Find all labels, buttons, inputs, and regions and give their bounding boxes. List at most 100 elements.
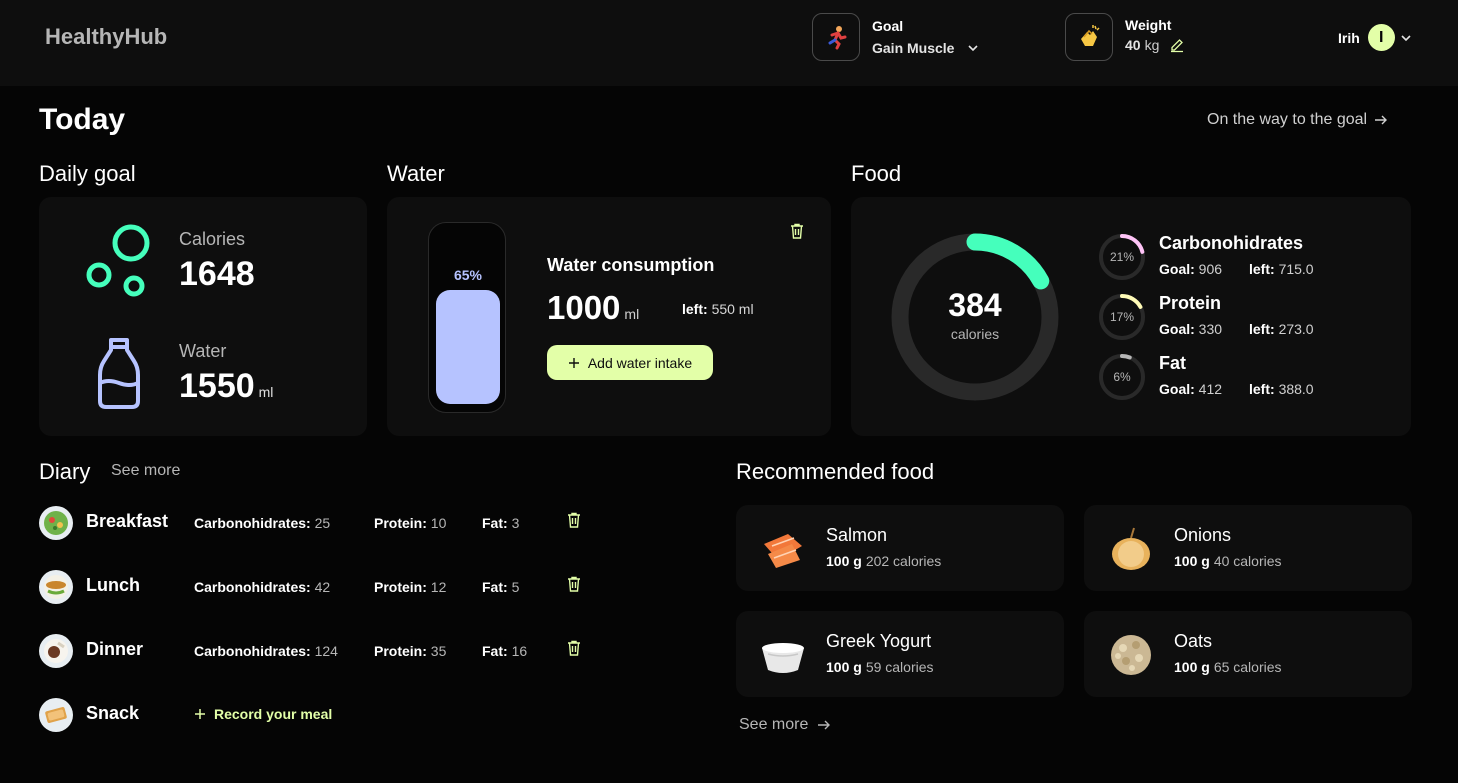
fat-label: Fat: — [482, 515, 508, 531]
weight-value: 40 — [1125, 37, 1141, 53]
meal-name: Dinner — [86, 639, 144, 659]
protein-name: Protein — [1159, 293, 1222, 313]
protein-value: 35 — [430, 643, 447, 659]
running-man-icon — [812, 13, 860, 61]
user-menu[interactable]: Irih I — [1338, 24, 1413, 51]
recommended-item-greek-yogurt[interactable]: Greek Yogurt 100 g 59 calories — [736, 611, 1064, 697]
food-qty: 100 g — [826, 659, 862, 675]
carbs-label: Carbonohidrates: — [194, 579, 311, 595]
daily-goal-card: Calories 1648 Water 1550 ml — [39, 197, 367, 436]
meal-fat: Fat: 3 — [482, 515, 519, 531]
fat-left-value: 388.0 — [1278, 381, 1314, 397]
macro-carbs: 21% Carbonohidrates Goal: 906 left: 715.… — [1098, 233, 1398, 283]
carbs-value: 25 — [314, 515, 331, 531]
fat-left-label: left: — [1249, 381, 1275, 397]
diary-row-snack: Snack Record your meal — [38, 697, 598, 733]
carbs-left-label: left: — [1249, 261, 1275, 277]
water-fill — [436, 290, 500, 404]
recommended-item-onions[interactable]: Onions 100 g 40 calories — [1084, 505, 1412, 591]
food-serving: 100 g 40 calories — [1174, 553, 1282, 569]
yogurt-bowl-icon — [762, 643, 804, 673]
food-qty: 100 g — [1174, 659, 1210, 675]
goal-link-label: On the way to the goal — [1207, 111, 1368, 128]
app-logo[interactable]: HealthyHub — [45, 24, 167, 50]
recommended-item-salmon[interactable]: Salmon 100 g 202 calories — [736, 505, 1064, 591]
protein-goal-label: Goal: — [1159, 321, 1195, 337]
salmon-icon — [764, 534, 802, 568]
weight-label: Weight — [1125, 17, 1172, 33]
carbs-left: left: 715.0 — [1249, 261, 1314, 277]
macro-protein: 17% Protein Goal: 330 left: 273.0 — [1098, 293, 1398, 343]
record-meal-button[interactable]: Record your meal — [194, 706, 332, 722]
fat-goal-value: 412 — [1198, 381, 1223, 397]
water-section-title: Water — [387, 161, 445, 186]
food-calories: 65 calories — [1213, 659, 1282, 675]
trash-icon[interactable] — [565, 575, 583, 593]
carbs-label: Carbonohidrates: — [194, 515, 311, 531]
water-value: 1550 — [179, 367, 255, 405]
water-label: Water — [179, 341, 227, 361]
food-section-title: Food — [851, 161, 902, 186]
plus-icon — [195, 709, 205, 719]
recommended-item-oats[interactable]: Oats 100 g 65 calories — [1084, 611, 1412, 697]
meal-fat: Fat: 5 — [482, 579, 519, 595]
dinner-plate-icon — [39, 634, 73, 668]
food-name: Greek Yogurt — [826, 631, 932, 651]
weight-unit: kg — [1144, 37, 1160, 53]
diary-row-dinner: Dinner Carbonohidrates: 124 Protein: 35 … — [38, 633, 598, 669]
trash-icon[interactable] — [565, 639, 583, 657]
fat-goal: Goal: 412 — [1159, 381, 1222, 397]
meal-carbs: Carbonohidrates: 124 — [194, 643, 338, 659]
top-header: HealthyHub Goal Gain Muscle Weight 40 kg… — [0, 0, 1458, 86]
add-water-label: Add water intake — [587, 354, 693, 371]
protein-left: left: 273.0 — [1249, 321, 1314, 337]
fat-label: Fat: — [482, 643, 508, 659]
food-serving: 100 g 202 calories — [826, 553, 941, 569]
fat-value: 3 — [511, 515, 520, 531]
goal-value: Gain Muscle — [872, 40, 955, 56]
chevron-down-icon[interactable] — [966, 41, 980, 55]
protein-label: Protein: — [374, 515, 427, 531]
protein-label: Protein: — [374, 579, 427, 595]
daily-goal-title: Daily goal — [39, 161, 136, 186]
goal-selector[interactable]: Goal Gain Muscle — [812, 13, 980, 61]
fat-value: 16 — [511, 643, 528, 659]
arrow-right-icon — [1375, 115, 1388, 125]
food-qty: 100 g — [1174, 553, 1210, 569]
food-serving: 100 g 59 calories — [826, 659, 934, 675]
meal-protein: Protein: 10 — [374, 515, 446, 531]
avatar[interactable]: I — [1367, 24, 1395, 51]
on-the-way-link[interactable]: On the way to the goal — [1207, 111, 1389, 129]
water-left-label: left: — [682, 301, 708, 317]
edit-pencil-icon[interactable] — [1169, 37, 1185, 53]
recommended-title: Recommended food — [736, 459, 935, 484]
diary-row-breakfast: Breakfast Carbonohidrates: 25 Protein: 1… — [38, 505, 598, 541]
calories-count: 384 — [948, 287, 1002, 323]
protein-goal-value: 330 — [1198, 321, 1223, 337]
water-consumption-title: Water consumption — [547, 255, 715, 275]
food-serving: 100 g 65 calories — [1174, 659, 1282, 675]
carbs-name: Carbonohidrates — [1159, 233, 1304, 253]
oats-icon — [1111, 635, 1151, 675]
milk-bottle-icon — [98, 338, 140, 409]
calories-center: 384 calories — [891, 287, 1059, 342]
food-calories: 40 calories — [1213, 553, 1282, 569]
chevron-down-icon[interactable] — [1399, 31, 1413, 45]
trash-icon[interactable] — [565, 511, 583, 529]
arrow-right-icon — [818, 720, 831, 730]
snack-plate-icon — [39, 698, 73, 732]
add-water-button[interactable]: Add water intake — [547, 345, 713, 380]
recommended-see-more-link[interactable]: See more — [739, 716, 832, 734]
carbs-left-value: 715.0 — [1278, 261, 1314, 277]
diary-see-more-link[interactable]: See more — [111, 462, 180, 480]
trash-icon[interactable] — [788, 222, 806, 240]
water-bottle-gauge: 65% — [428, 222, 506, 413]
food-card: 384 calories 21% Carbonohidrates Goal: 9… — [851, 197, 1411, 436]
meal-protein: Protein: 12 — [374, 579, 446, 595]
fat-percent: 6% — [1113, 370, 1131, 384]
diary-row-lunch: Lunch Carbonohidrates: 42 Protein: 12 Fa… — [38, 569, 598, 605]
carbs-goal: Goal: 906 — [1159, 261, 1222, 277]
meal-fat: Fat: 16 — [482, 643, 527, 659]
record-meal-label: Record your meal — [214, 706, 333, 722]
see-more-label: See more — [739, 716, 809, 733]
